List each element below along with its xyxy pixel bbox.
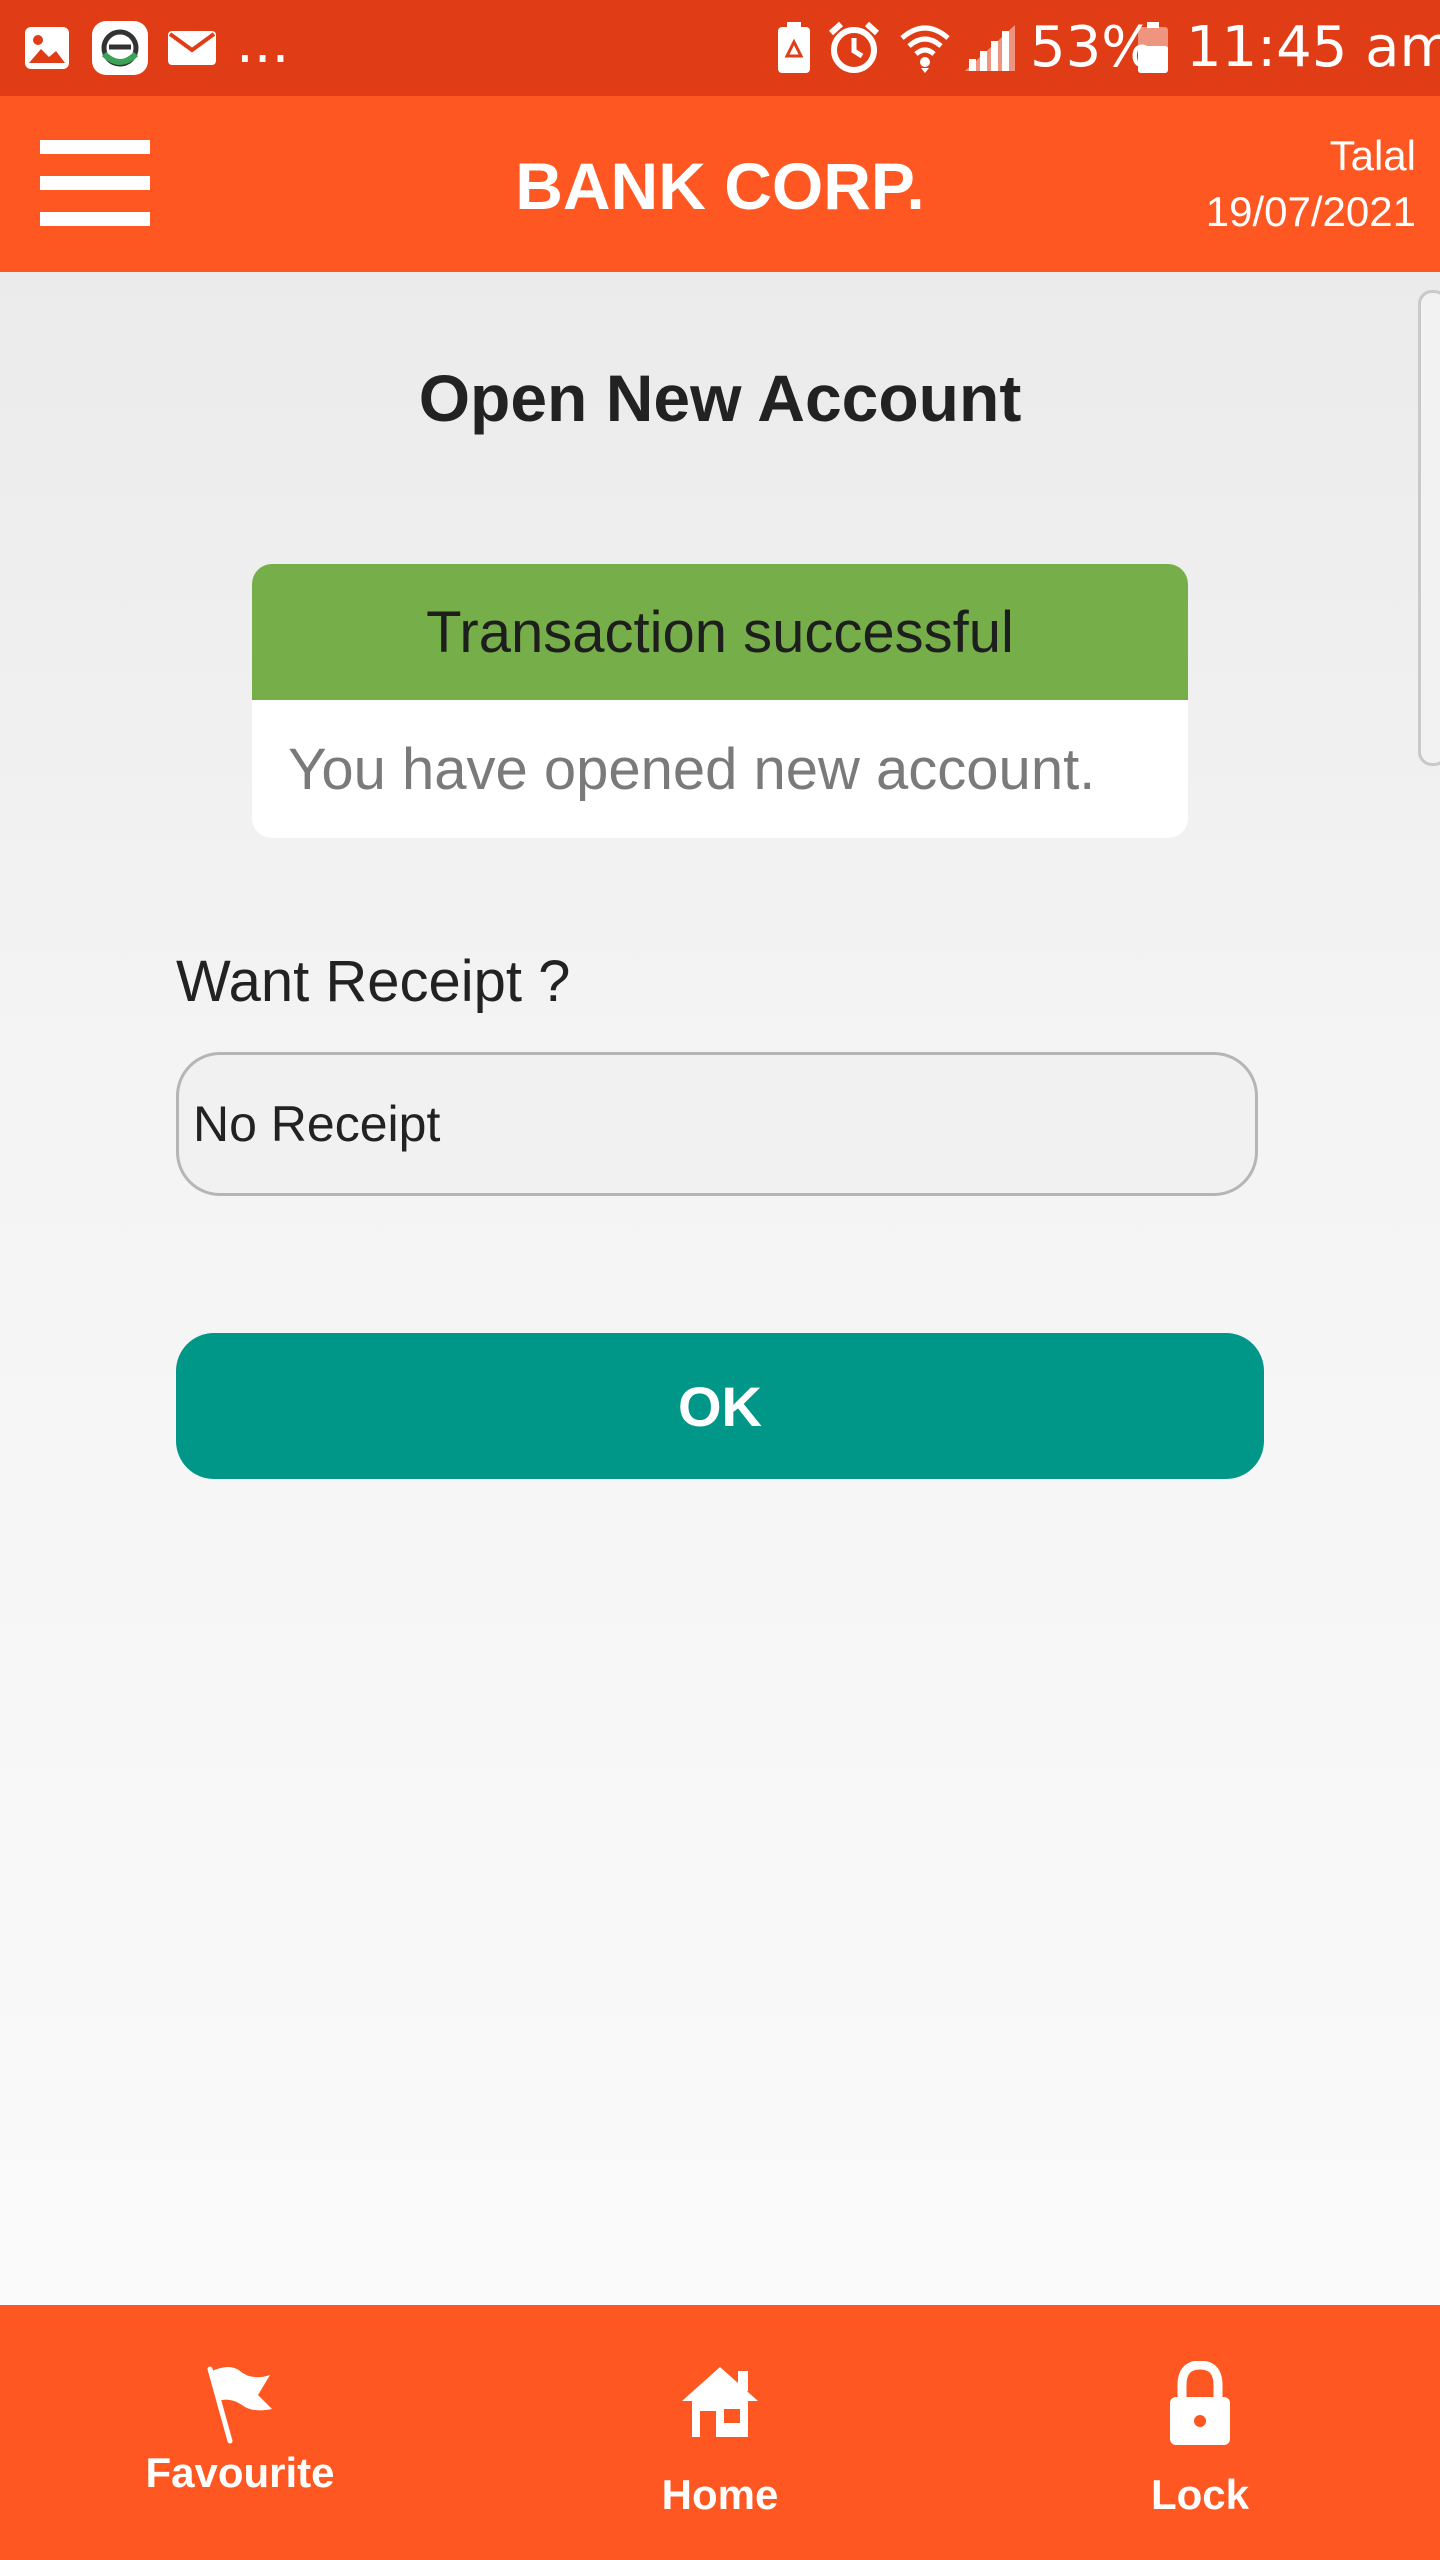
- nav-label-favourite: Favourite: [145, 2449, 335, 2496]
- clock: 11:45 am: [1186, 15, 1440, 80]
- gallery-icon: [22, 22, 72, 74]
- flag-icon: [90, 2361, 390, 2445]
- receipt-selected-value: No Receipt: [193, 1096, 441, 1152]
- signal-icon: [962, 22, 1018, 74]
- page-title: Open New Account: [418, 361, 1022, 435]
- nav-item-lock[interactable]: Lock: [1050, 2305, 1350, 2560]
- header-date: 19/07/2021: [1205, 188, 1416, 235]
- app-header: BANK CORP. Talal 19/07/2021: [0, 96, 1440, 272]
- message-body: You have opened new account.: [288, 736, 1096, 802]
- receipt-label: Want Receipt ?: [176, 949, 571, 1014]
- message-heading: Transaction successful: [252, 564, 1188, 700]
- main-content: Open New Account Transaction successful …: [0, 272, 1440, 2305]
- battery-icon: [1136, 22, 1170, 74]
- nav-item-favourite[interactable]: Favourite: [90, 2305, 390, 2560]
- nav-label-lock: Lock: [1150, 2471, 1250, 2518]
- bottom-navigation: Favourite Home Lock: [0, 2305, 1440, 2560]
- receipt-dropdown[interactable]: No Receipt: [176, 1052, 1258, 1196]
- ok-button[interactable]: OK: [176, 1333, 1264, 1479]
- nav-item-home[interactable]: Home: [570, 2305, 870, 2560]
- battery-saver-icon: [776, 22, 812, 74]
- home-icon: [570, 2363, 870, 2439]
- user-info: Talal 19/07/2021: [1206, 128, 1416, 240]
- app-icon: [90, 21, 150, 75]
- alarm-icon: [826, 21, 882, 74]
- status-bar: ... 53% 11:45 am: [0, 0, 1440, 96]
- more-notifications-indicator: ...: [236, 11, 290, 76]
- nav-label-home: Home: [661, 2471, 779, 2518]
- mail-icon: [166, 22, 218, 74]
- lock-icon: [1050, 2361, 1350, 2447]
- wifi-icon: [898, 22, 952, 74]
- app-title: BANK CORP.: [515, 149, 925, 223]
- transaction-message-card: Transaction successful You have opened n…: [252, 564, 1188, 838]
- user-name: Talal: [1329, 132, 1416, 179]
- hamburger-menu-icon[interactable]: [40, 140, 150, 226]
